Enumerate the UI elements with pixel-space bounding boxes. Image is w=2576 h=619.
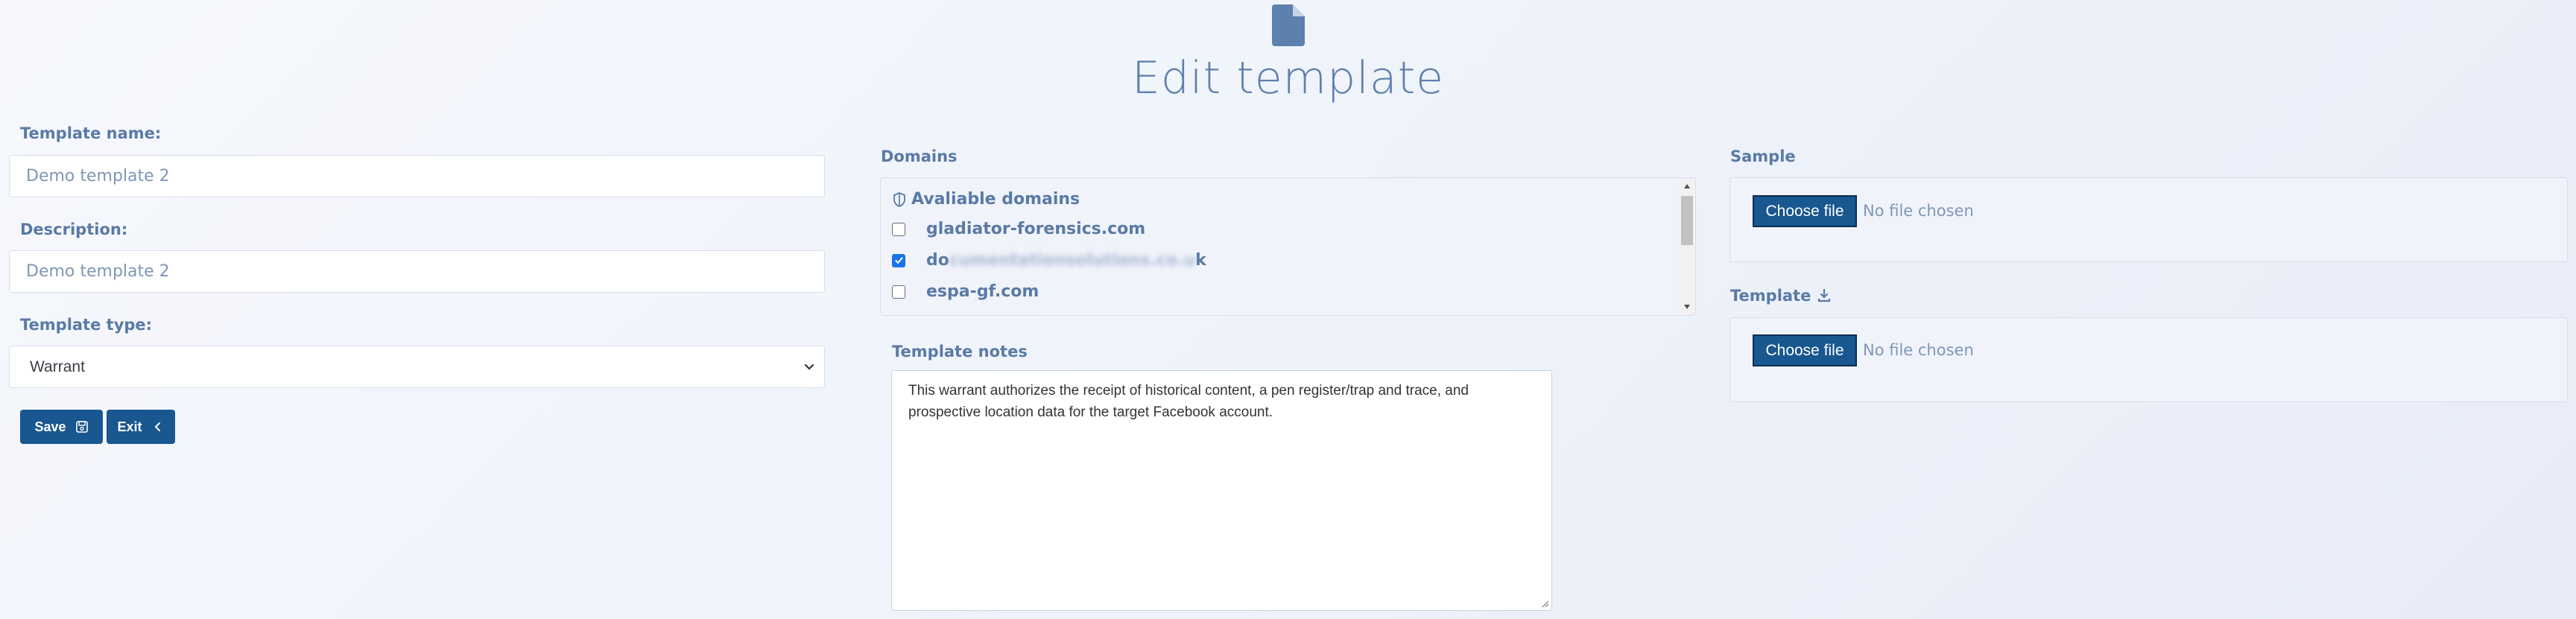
description-input[interactable]: Demo template 2 xyxy=(9,250,825,293)
scroll-down-icon[interactable] xyxy=(1683,304,1691,310)
download-icon[interactable] xyxy=(1817,288,1832,303)
shield-icon xyxy=(893,191,905,207)
exit-button[interactable]: Exit xyxy=(107,410,175,444)
domain-item-documentation[interactable]: do cumentationsolutions.co.u k xyxy=(892,251,1206,270)
domain-item-espa[interactable]: espa-gf.com xyxy=(892,282,1039,301)
domains-list[interactable]: Avaliable domains gladiator-forensics.co… xyxy=(880,177,1696,316)
chevron-left-icon xyxy=(154,422,160,431)
scroll-up-icon[interactable] xyxy=(1683,183,1691,189)
save-icon xyxy=(75,421,88,433)
check-icon xyxy=(894,257,903,264)
template-type-value: Warrant xyxy=(30,358,85,375)
template-name-label: Template name: xyxy=(20,124,162,142)
template-file-label: Template xyxy=(1730,287,1811,305)
template-notes-text: This warrant authorizes the receipt of h… xyxy=(908,383,1469,420)
scroll-thumb[interactable] xyxy=(1681,196,1693,245)
sample-file-status: No file chosen xyxy=(1863,202,1974,220)
template-notes-textarea[interactable]: This warrant authorizes the receipt of h… xyxy=(891,370,1552,611)
template-file-status: No file chosen xyxy=(1863,341,1974,359)
description-value: Demo template 2 xyxy=(26,262,170,281)
description-label: Description: xyxy=(20,220,128,238)
domain-checkbox-checked[interactable] xyxy=(892,253,905,267)
exit-button-label: Exit xyxy=(117,419,142,434)
domain-checkbox[interactable] xyxy=(892,285,905,299)
domain-checkbox[interactable] xyxy=(892,222,905,236)
domains-label: Domains xyxy=(881,147,958,165)
domain-name-redacted: cumentationsolutions.co.u xyxy=(949,251,1196,270)
page-title: Edit template xyxy=(1131,52,1445,104)
template-file-header: Template xyxy=(1730,287,1832,305)
sample-upload: Choose file No file chosen xyxy=(1730,177,2568,262)
domain-name-prefix: do xyxy=(926,251,949,270)
template-name-input[interactable]: Demo template 2 xyxy=(9,155,825,197)
sample-label: Sample xyxy=(1730,147,1796,165)
domains-scrollbar[interactable] xyxy=(1679,178,1695,315)
template-name-value: Demo template 2 xyxy=(26,167,170,185)
template-type-label: Template type: xyxy=(20,316,153,334)
chevron-down-icon xyxy=(804,364,814,370)
resize-handle-icon[interactable] xyxy=(1540,599,1549,608)
save-button-label: Save xyxy=(34,419,66,434)
domain-name-suffix: k xyxy=(1195,251,1206,270)
domains-header-label: Avaliable domains xyxy=(911,190,1080,209)
domain-name: gladiator-forensics.com xyxy=(926,220,1146,238)
domain-item-gladiator[interactable]: gladiator-forensics.com xyxy=(892,220,1145,238)
template-notes-label: Template notes xyxy=(892,343,1028,361)
sample-choose-file-button[interactable]: Choose file xyxy=(1753,195,1857,227)
domains-header: Avaliable domains xyxy=(892,190,1080,209)
template-choose-file-button[interactable]: Choose file xyxy=(1753,334,1857,366)
template-upload: Choose file No file chosen xyxy=(1730,317,2568,402)
domain-name: espa-gf.com xyxy=(926,282,1039,301)
template-type-select[interactable]: Warrant xyxy=(9,346,825,388)
file-icon xyxy=(1272,4,1305,46)
save-button[interactable]: Save xyxy=(20,410,103,444)
